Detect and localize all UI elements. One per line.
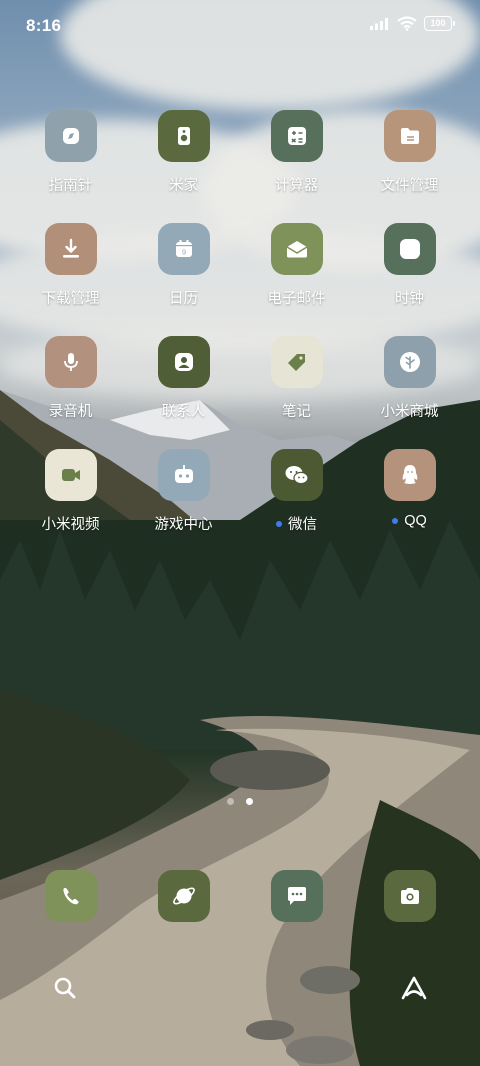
wechat-icon bbox=[270, 449, 323, 501]
calendar-icon: 9 bbox=[157, 223, 210, 275]
calculator-icon bbox=[270, 110, 323, 162]
status-time: 8:16 bbox=[26, 16, 62, 35]
app-label: 笔记 bbox=[282, 404, 311, 420]
app-label: 电子邮件 bbox=[267, 291, 326, 307]
app-recorder[interactable]: 录音机 bbox=[14, 336, 127, 421]
notification-dot bbox=[276, 520, 282, 527]
browser-planet-icon bbox=[157, 870, 210, 922]
app-label: 游戏中心 bbox=[154, 517, 213, 533]
app-label: 下载管理 bbox=[41, 291, 100, 307]
microphone-icon bbox=[44, 336, 97, 388]
app-label: 时钟 bbox=[395, 291, 424, 307]
wifi-icon bbox=[397, 16, 417, 31]
app-label: 文件管理 bbox=[380, 178, 439, 194]
app-file-manager[interactable]: 文件管理 bbox=[353, 110, 466, 195]
battery-icon: 100 bbox=[424, 16, 455, 31]
assistant-icon bbox=[401, 976, 427, 1000]
dock-browser[interactable] bbox=[127, 870, 240, 922]
game-icon bbox=[157, 449, 210, 501]
video-icon bbox=[44, 449, 97, 501]
mail-icon bbox=[270, 223, 323, 275]
compass-icon bbox=[44, 110, 97, 162]
app-compass[interactable]: 指南针 bbox=[14, 110, 127, 195]
app-wechat[interactable]: 微信 bbox=[240, 449, 353, 534]
tag-icon bbox=[270, 336, 323, 388]
notification-dot bbox=[392, 518, 399, 524]
app-mijia[interactable]: 米家 bbox=[127, 110, 240, 195]
app-label: 联系人 bbox=[161, 404, 206, 420]
app-label: 录音机 bbox=[48, 404, 93, 420]
app-label: 米家 bbox=[169, 178, 198, 194]
search-icon bbox=[54, 977, 76, 999]
download-icon bbox=[44, 223, 97, 275]
camera-icon bbox=[383, 870, 436, 922]
page-dot[interactable] bbox=[227, 798, 234, 805]
app-game-center[interactable]: 游戏中心 bbox=[127, 449, 240, 534]
svg-text:9: 9 bbox=[181, 248, 185, 257]
dock-phone[interactable] bbox=[14, 870, 127, 922]
contacts-icon bbox=[157, 336, 210, 388]
app-label: 计算器 bbox=[274, 178, 319, 194]
app-contacts[interactable]: 联系人 bbox=[127, 336, 240, 421]
page-dot-active[interactable] bbox=[246, 798, 253, 805]
app-label: QQ bbox=[392, 513, 427, 529]
phone-icon bbox=[44, 870, 97, 922]
app-qq[interactable]: QQ bbox=[353, 449, 466, 529]
assistant-button[interactable] bbox=[392, 966, 436, 1010]
app-mi-video[interactable]: 小米视频 bbox=[14, 449, 127, 534]
app-label: 微信 bbox=[276, 513, 317, 534]
app-calendar[interactable]: 9 日历 bbox=[127, 223, 240, 308]
app-label: 小米视频 bbox=[41, 517, 100, 533]
dock-messages[interactable] bbox=[240, 870, 353, 922]
search-button[interactable] bbox=[43, 966, 87, 1010]
dock-camera[interactable] bbox=[353, 870, 466, 922]
app-clock[interactable]: 时钟 bbox=[353, 223, 466, 308]
tree-icon bbox=[383, 336, 436, 388]
app-notes[interactable]: 笔记 bbox=[240, 336, 353, 421]
signal-icon bbox=[370, 18, 388, 30]
app-label: 指南针 bbox=[48, 178, 93, 194]
status-icons: 100 bbox=[370, 16, 455, 31]
clock-icon bbox=[383, 223, 436, 275]
page-indicator[interactable] bbox=[0, 798, 480, 805]
app-email[interactable]: 电子邮件 bbox=[240, 223, 353, 308]
message-icon bbox=[270, 870, 323, 922]
folder-icon bbox=[383, 110, 436, 162]
status-bar: 8:16 100 bbox=[0, 0, 480, 50]
app-mi-store[interactable]: 小米商城 bbox=[353, 336, 466, 421]
app-label: 日历 bbox=[169, 291, 198, 307]
app-label: 小米商城 bbox=[380, 404, 439, 420]
app-downloads[interactable]: 下载管理 bbox=[14, 223, 127, 308]
app-calculator[interactable]: 计算器 bbox=[240, 110, 353, 195]
speaker-icon bbox=[157, 110, 210, 162]
qq-penguin-icon bbox=[383, 449, 436, 501]
